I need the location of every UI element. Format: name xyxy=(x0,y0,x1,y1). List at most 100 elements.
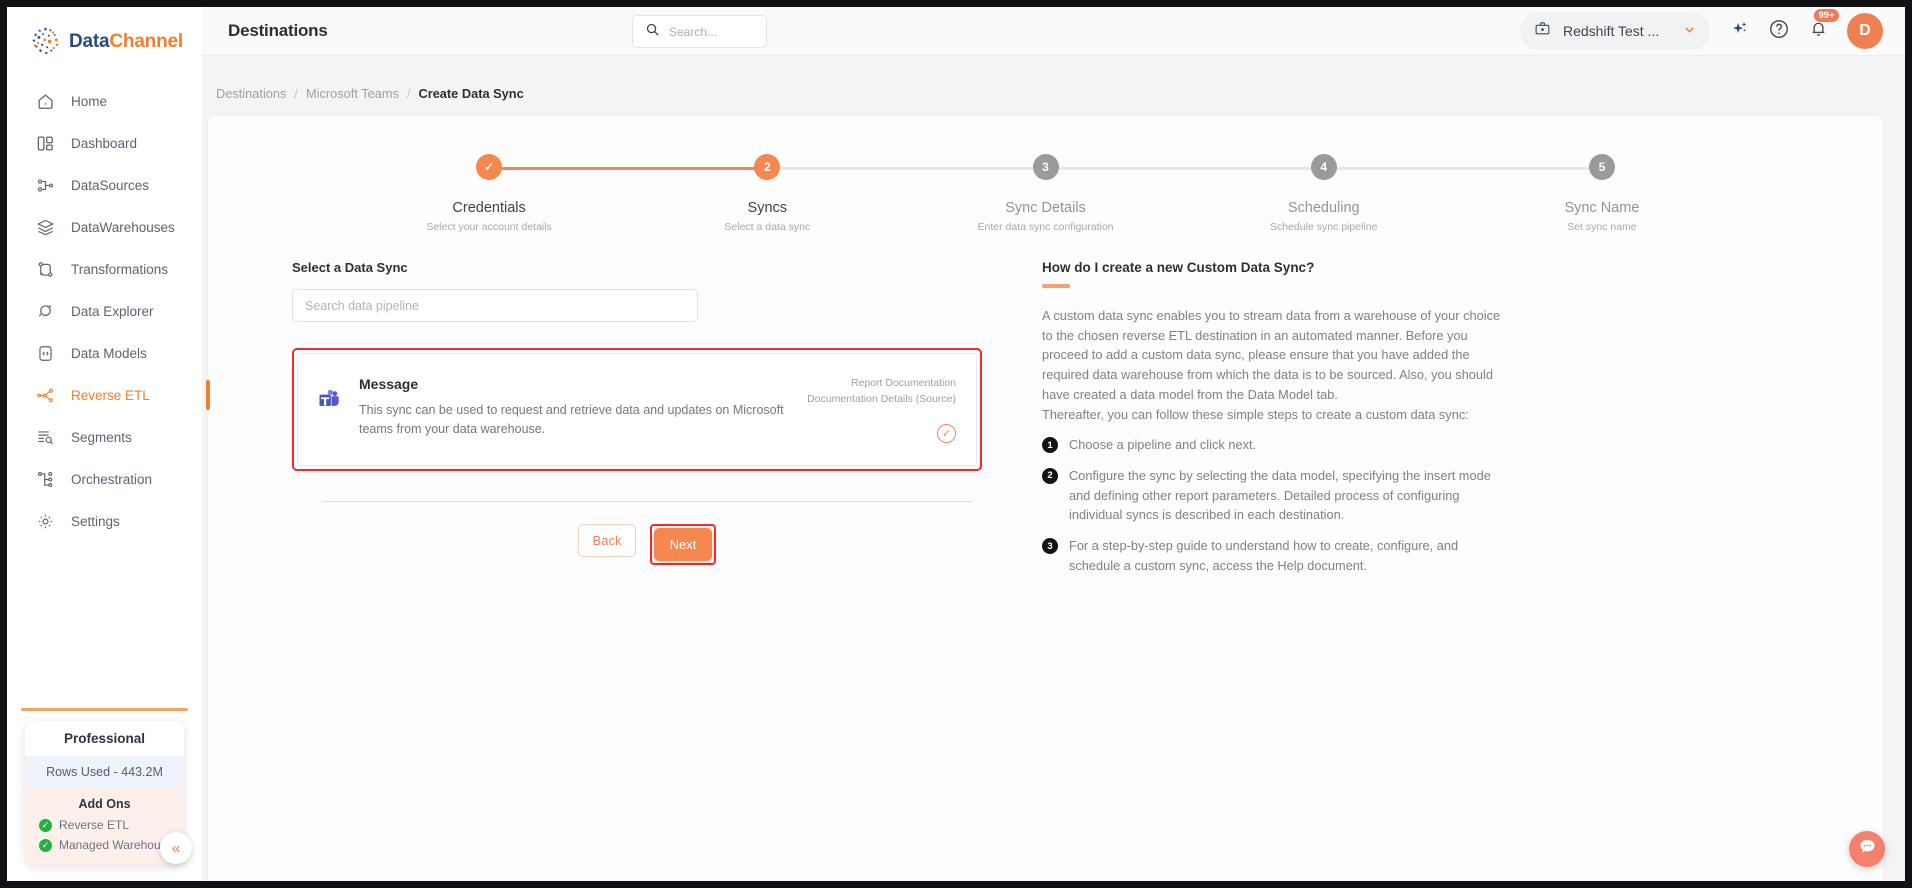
stepper-bubble: 4 xyxy=(1310,154,1337,180)
report-documentation-link[interactable]: Report Documentation xyxy=(807,376,956,392)
stepper-bubble: 3 xyxy=(1032,154,1059,180)
stepper-title: Credentials xyxy=(452,200,526,216)
sidebar-item-label: Home xyxy=(71,93,108,109)
check-circle-icon: ✓ xyxy=(39,818,52,832)
sidebar-item-orchestration[interactable]: Orchestration xyxy=(7,458,202,500)
notification-badge: 99+ xyxy=(1814,9,1840,22)
stepper-title: Scheduling xyxy=(1287,200,1360,216)
chat-support-button[interactable] xyxy=(1849,831,1885,867)
sidebar-item-home[interactable]: Home xyxy=(7,80,202,122)
workspace-selector[interactable]: Redshift Test ... xyxy=(1520,12,1710,50)
notifications-button[interactable]: 99+ xyxy=(1808,9,1840,44)
sidebar-collapse-button[interactable]: « xyxy=(160,832,192,864)
plan-addons-list: ✓ Reverse ETL ✓ Managed Warehouse xyxy=(25,815,184,865)
stepper-connector xyxy=(489,166,768,170)
main-content: Destinations / Microsoft Teams / Create … xyxy=(202,56,1905,881)
sidebar-item-datawarehouses[interactable]: DataWarehouses xyxy=(7,206,202,248)
pipeline-search-input[interactable] xyxy=(305,298,697,313)
wizard-body: Select a Data Sync Search data pipeline … xyxy=(208,234,1883,575)
help-step-number: 2 xyxy=(1042,467,1058,484)
reverse-etl-icon xyxy=(35,385,55,405)
help-step-text: For a step-by-step guide to understand h… xyxy=(1069,538,1459,573)
dashboard-icon xyxy=(35,133,55,153)
ai-assistant-button[interactable] xyxy=(1728,18,1750,45)
divider xyxy=(322,500,972,502)
sidebar-item-datasources[interactable]: DataSources xyxy=(7,164,202,206)
pipeline-search[interactable] xyxy=(292,289,698,322)
segments-icon xyxy=(35,427,55,447)
stepper-subtitle: Enter data sync configuration xyxy=(977,221,1114,233)
list-item: 1 Choose a pipeline and click next. xyxy=(1042,435,1512,455)
help-paragraph: A custom data sync enables you to stream… xyxy=(1042,308,1501,402)
back-button[interactable]: Back xyxy=(578,523,636,557)
avatar[interactable]: D xyxy=(1847,13,1883,49)
stepper-connector xyxy=(1323,166,1602,170)
search-icon xyxy=(645,22,660,42)
help-paragraph-2: Thereafter, you can follow these simple … xyxy=(1042,406,1469,422)
help-step-text: Configure the sync by selecting the data… xyxy=(1069,467,1491,523)
plan-divider xyxy=(21,708,188,711)
sidebar-item-dashboard[interactable]: Dashboard xyxy=(7,122,202,164)
transformations-icon xyxy=(35,259,55,279)
check-circle-outline-icon[interactable]: ✓ xyxy=(937,423,956,443)
list-item: 3 For a step-by-step guide to understand… xyxy=(1042,536,1512,575)
bell-icon xyxy=(1808,18,1829,44)
briefcase-icon xyxy=(1534,20,1551,42)
sidebar-item-data-models[interactable]: Data Models xyxy=(7,332,202,374)
window-frame-top xyxy=(0,0,1912,7)
section-label: Select a Data Sync xyxy=(292,260,408,275)
stepper-subtitle: Select your account details xyxy=(426,221,552,233)
stepper-step-credentials[interactable]: ✓ Credentials Select your account detail… xyxy=(350,154,768,233)
stepper-title: Sync Name xyxy=(1564,200,1640,216)
wizard-panel: ✓ Credentials Select your account detail… xyxy=(208,116,1883,881)
brand-name: DataChannel xyxy=(69,31,183,53)
stepper-bubble: 2 xyxy=(754,154,781,180)
sidebar-item-reverse-etl[interactable]: Reverse ETL xyxy=(7,374,210,416)
sync-option-description: This sync can be used to request and ret… xyxy=(359,403,784,437)
help-panel: How do I create a new Custom Data Sync? … xyxy=(1042,260,1512,575)
gear-icon xyxy=(35,511,55,531)
datasources-icon xyxy=(35,175,55,195)
search-input[interactable] xyxy=(669,24,754,39)
sidebar-item-settings[interactable]: Settings xyxy=(7,500,202,542)
avatar-initial: D xyxy=(1859,22,1871,39)
sync-option-title: Message xyxy=(359,376,419,392)
plan-rows-used: Rows Used - 443.2M xyxy=(25,756,184,788)
datachannel-globe-logo xyxy=(32,27,59,55)
sync-option-meta: Report Documentation Documentation Detai… xyxy=(807,376,956,443)
next-button[interactable]: Next xyxy=(654,527,712,561)
global-search[interactable] xyxy=(632,15,767,48)
stepper-subtitle: Select a data sync xyxy=(724,221,811,233)
breadcrumb-item-destinations[interactable]: Destinations xyxy=(216,86,286,101)
sidebar-item-segments[interactable]: Segments xyxy=(7,416,202,458)
addon-label: Managed Warehouse xyxy=(59,838,174,852)
help-steps-list: 1 Choose a pipeline and click next. 2 Co… xyxy=(1042,435,1512,575)
help-button[interactable] xyxy=(1768,18,1790,45)
sidebar: DataChannel Home Dashboard DataSources D… xyxy=(7,7,210,881)
sidebar-item-label: DataSources xyxy=(71,177,150,193)
breadcrumb-item-current: Create Data Sync xyxy=(418,86,524,101)
window-frame-right xyxy=(1905,0,1912,888)
stepper-connector xyxy=(767,166,1046,170)
sync-option-message[interactable]: Message This sync can be used to request… xyxy=(297,353,977,466)
double-chevron-left-icon: « xyxy=(171,839,181,857)
breadcrumb-separator: / xyxy=(406,86,411,101)
check-circle-icon: ✓ xyxy=(39,838,52,852)
chat-bubble-icon xyxy=(1857,836,1878,862)
sidebar-item-data-explorer[interactable]: Data Explorer xyxy=(7,290,202,332)
sidebar-item-label: Settings xyxy=(71,513,120,529)
list-item: 2 Configure the sync by selecting the da… xyxy=(1042,466,1512,525)
brand-name-part1: Data xyxy=(69,30,110,52)
next-button-highlight: Next xyxy=(650,523,716,565)
list-item: ✓ Reverse ETL xyxy=(39,815,184,835)
stepper-subtitle: Schedule sync pipeline xyxy=(1270,221,1378,233)
breadcrumb-item-microsoft-teams[interactable]: Microsoft Teams xyxy=(306,86,399,101)
documentation-details-link[interactable]: Documentation Details (Source) xyxy=(807,392,956,408)
brand-logo[interactable]: DataChannel xyxy=(7,7,202,74)
sidebar-item-transformations[interactable]: Transformations xyxy=(7,248,202,290)
stepper-title: Syncs xyxy=(747,200,788,216)
sync-selection-column: Select a Data Sync Search data pipeline … xyxy=(292,260,992,575)
sidebar-item-label: Dashboard xyxy=(71,135,138,151)
window-frame-left xyxy=(0,0,7,888)
